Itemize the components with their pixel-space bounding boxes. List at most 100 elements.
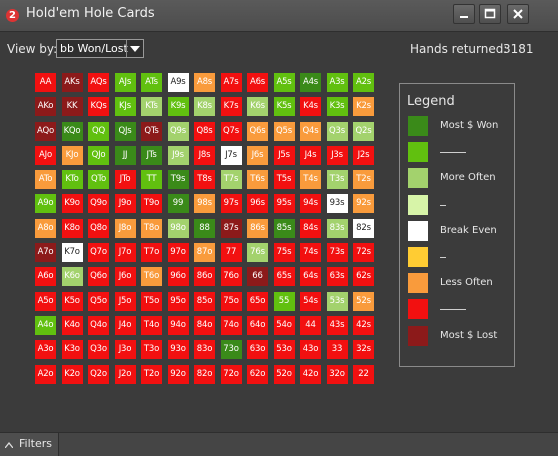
hand-cell[interactable]: K5o [61,291,83,311]
hand-cell[interactable]: KK [61,97,83,117]
hand-cell[interactable]: Q8o [88,218,109,238]
hand-cell[interactable]: A5s [273,73,295,92]
hand-cell[interactable]: 43s [326,315,348,335]
hand-cell[interactable]: K8s [194,97,215,117]
hand-cell[interactable]: T8o [141,218,162,238]
hand-cell[interactable]: T2s [353,170,374,190]
hand-cell[interactable]: 73s [326,243,348,263]
hand-cell[interactable]: QJo [88,145,109,165]
hand-cell[interactable]: 72o [220,364,242,384]
filters-tab[interactable]: Filters [0,433,59,456]
hand-cell[interactable]: T6o [141,267,162,287]
hand-cell[interactable]: A6s [247,73,268,92]
hand-cell[interactable]: AJs [114,73,136,92]
hand-cell[interactable]: 76s [247,243,268,263]
hand-cell[interactable]: 96s [247,194,268,214]
hand-cell[interactable]: 88 [194,218,215,238]
hand-cell[interactable]: K7o [61,243,83,263]
view-by-dropdown[interactable]: bb Won/Lost [56,39,144,58]
hand-cell[interactable]: K2s [353,97,374,117]
minimize-button[interactable] [453,4,475,24]
hand-cell[interactable]: 53o [273,340,295,360]
hand-cell[interactable]: A4s [300,73,321,92]
hand-cell[interactable]: 64o [247,315,268,335]
hand-cell[interactable]: JTo [114,170,136,190]
hand-cell[interactable]: K3s [326,97,348,117]
maximize-button[interactable] [479,4,501,24]
hand-cell[interactable]: K9o [61,194,83,214]
hand-cell[interactable]: 42o [300,364,321,384]
hand-cell[interactable]: 62o [247,364,268,384]
hand-cell[interactable]: Q4s [300,121,321,141]
hand-cell[interactable]: AJo [35,145,56,165]
hand-cell[interactable]: A5o [35,291,56,311]
hand-cell[interactable]: K7s [220,97,242,117]
hand-cell[interactable]: 87o [194,243,215,263]
hand-cell[interactable]: 73o [220,340,242,360]
hand-cell[interactable]: 97s [220,194,242,214]
hand-cell[interactable]: Q3s [326,121,348,141]
hand-cell[interactable]: Q2o [88,364,109,384]
hand-cell[interactable]: 75o [220,291,242,311]
hand-cell[interactable]: 86o [194,267,215,287]
hand-cell[interactable]: A6o [35,267,56,287]
hand-cell[interactable]: T5o [141,291,162,311]
hand-cell[interactable]: Q7o [88,243,109,263]
hand-cell[interactable]: T5s [273,170,295,190]
hand-cell[interactable]: T7s [220,170,242,190]
hand-cell[interactable]: T3s [326,170,348,190]
hand-cell[interactable]: T4s [300,170,321,190]
hand-cell[interactable]: 85s [273,218,295,238]
hand-cell[interactable]: Q5o [88,291,109,311]
hand-cell[interactable]: 94o [167,315,189,335]
hand-cell[interactable]: T3o [141,340,162,360]
hand-cell[interactable]: 86s [247,218,268,238]
hand-cell[interactable]: K5s [273,97,295,117]
hand-cell[interactable]: 75s [273,243,295,263]
hand-cell[interactable]: QTs [141,121,162,141]
hand-cell[interactable]: J8o [114,218,136,238]
hand-cell[interactable]: 63o [247,340,268,360]
hand-cell[interactable]: K8o [61,218,83,238]
hand-cell[interactable]: K2o [61,364,83,384]
hand-cell[interactable]: J3o [114,340,136,360]
hand-cell[interactable]: A7o [35,243,56,263]
hand-cell[interactable]: 66 [247,267,268,287]
hand-cell[interactable]: 93o [167,340,189,360]
hand-cell[interactable]: 83s [326,218,348,238]
hand-cell[interactable]: 84o [194,315,215,335]
hand-cell[interactable]: J5s [273,145,295,165]
hand-cell[interactable]: J7o [114,243,136,263]
title-bar[interactable]: 2 Hold'em Hole Cards [0,0,558,32]
hand-cell[interactable]: Q3o [88,340,109,360]
hand-cell[interactable]: Q7s [220,121,242,141]
hand-cell[interactable]: AA [35,73,56,92]
hand-cell[interactable]: A9s [167,73,189,92]
hand-cell[interactable]: TT [141,170,162,190]
hand-cell[interactable]: AKo [35,97,56,117]
hand-cell[interactable]: J4o [114,315,136,335]
hand-cell[interactable]: 87s [220,218,242,238]
hand-cell[interactable]: T2o [141,364,162,384]
hand-cell[interactable]: K4s [300,97,321,117]
hand-cell[interactable]: 99 [167,194,189,214]
hand-cell[interactable]: Q9o [88,194,109,214]
hand-cell[interactable]: 65s [273,267,295,287]
hand-cell[interactable]: 97o [167,243,189,263]
hand-cell[interactable]: 74s [300,243,321,263]
hand-cell[interactable]: 93s [326,194,348,214]
hand-cell[interactable]: 32s [353,340,374,360]
hand-cell[interactable]: Q9s [167,121,189,141]
hand-cell[interactable]: 44 [300,315,321,335]
hand-cell[interactable]: Q6s [247,121,268,141]
hand-cell[interactable]: 95o [167,291,189,311]
hand-cell[interactable]: 63s [326,267,348,287]
hand-cell[interactable]: 65o [247,291,268,311]
dropdown-arrow[interactable] [126,40,143,57]
hand-cell[interactable]: J6s [247,145,268,165]
hand-cell[interactable]: K9s [167,97,189,117]
hand-cell[interactable]: A3s [326,73,348,92]
hand-cell[interactable]: 62s [353,267,374,287]
hand-cell[interactable]: AQs [88,73,109,92]
hand-cell[interactable]: J2o [114,364,136,384]
